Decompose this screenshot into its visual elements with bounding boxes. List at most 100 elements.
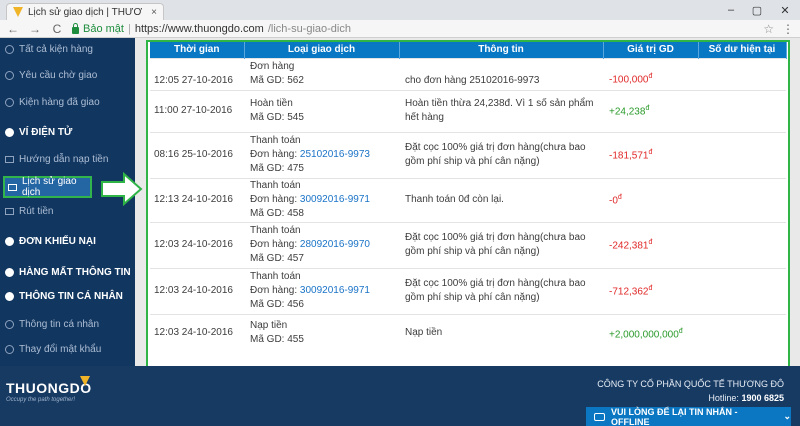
row-balance (698, 313, 786, 352)
company-name: CÔNG TY CỔ PHẦN QUỐC TẾ THƯƠNG ĐÔ (597, 379, 784, 389)
sidebar-item-all-packages[interactable]: Tất cả kiện hàng (0, 44, 135, 55)
sidebar-item-label: Thay đổi mật khẩu (19, 344, 102, 355)
bullet-icon (5, 345, 14, 354)
table-row: 12:03 24-10-2016 Thanh toán Đơn hàng: 280… (150, 221, 786, 268)
minimize-icon[interactable]: – (718, 0, 744, 20)
order-label: Đơn hàng: (250, 239, 300, 250)
browser-tab[interactable]: Lịch sử giao dịch | THƯƠ × (6, 3, 164, 20)
row-value-cell: +24,238đ (603, 89, 698, 132)
history-icon (8, 183, 17, 191)
wallet-icon (5, 128, 14, 137)
sidebar-section-label: ĐƠN KHIẾU NẠI (19, 236, 96, 247)
row-type: Thanh toán (250, 271, 301, 282)
address-bar: ← → C Bảo mật | https://www.thuongdo.com… (0, 20, 800, 38)
column-header-value[interactable]: Giá trị GD (603, 42, 699, 58)
sidebar-section-complaints[interactable]: ĐƠN KHIẾU NẠI (0, 236, 135, 247)
sidebar-item-delivered[interactable]: Kiện hàng đã giao (0, 97, 135, 108)
row-txn-id: Mã GD: 475 (250, 163, 304, 174)
row-time: 12:13 24-10-2016 (150, 177, 244, 222)
bullet-icon (5, 71, 14, 80)
sidebar-item-pending-delivery[interactable]: Yêu cầu chờ giao (0, 70, 135, 81)
column-header-time[interactable]: Thời gian (150, 42, 245, 58)
row-value-cell: -100,000đ (603, 57, 698, 90)
table-row: 08:16 25-10-2016 Thanh toán Đơn hàng: 251… (150, 131, 786, 178)
row-value-cell: -181,571đ (603, 131, 698, 178)
tab-title: Lịch sử giao dịch | THƯƠ (28, 6, 143, 18)
column-header-type[interactable]: Loại giao dịch (244, 42, 400, 58)
site-favicon-icon (13, 7, 23, 17)
column-header-info[interactable]: Thông tin (399, 42, 604, 58)
order-link[interactable]: 25102016-9973 (300, 149, 370, 160)
forward-arrow-icon[interactable]: → (28, 22, 42, 36)
order-link[interactable]: 28092016-9970 (300, 239, 370, 250)
order-label: Đơn hàng: (250, 149, 300, 160)
back-arrow-icon[interactable]: ← (6, 22, 20, 36)
order-label: Đơn hàng: (250, 194, 300, 205)
table-row: 12:03 24-10-2016 Nạp tiền Mã GD: 455 Nạp … (150, 313, 786, 352)
withdraw-icon (5, 208, 14, 215)
sidebar-section-lost-info[interactable]: HÀNG MẤT THÔNG TIN (0, 267, 135, 278)
sidebar-item-withdraw[interactable]: Rút tiền (0, 206, 135, 217)
sidebar-item-label: Rút tiền (19, 206, 54, 217)
row-type: Thanh toán (250, 180, 301, 191)
row-value-cell: -242,381đ (603, 221, 698, 268)
window-close-icon[interactable]: ✕ (770, 0, 800, 20)
order-link[interactable]: 30092016-9971 (300, 194, 370, 205)
reload-icon[interactable]: C (50, 22, 64, 36)
hotline-label: Hotline: (708, 393, 742, 403)
row-txn-id: Mã GD: 562 (250, 74, 304, 86)
table-header-row: Thời gian Loại giao dịch Thông tin Giá t… (150, 42, 787, 58)
row-value: +2,000,000,000 (609, 328, 679, 340)
row-type-cell: Đơn hàng Mã GD: 562 (244, 57, 399, 90)
footer-tagline: Occupy the path together! (6, 397, 76, 403)
sidebar-section-profile[interactable]: THÔNG TIN CÁ NHÂN (0, 291, 135, 302)
chat-toggle-icon[interactable]: ⌄ (783, 411, 791, 422)
row-value: -712,362 (609, 286, 649, 298)
sidebar-item-topup-guide[interactable]: Hướng dẫn nạp tiền (0, 154, 135, 165)
order-link[interactable]: 30092016-9971 (300, 285, 370, 296)
tab-close-icon[interactable]: × (151, 7, 157, 18)
row-time: 12:03 24-10-2016 (150, 313, 244, 352)
order-label: Đơn hàng: (250, 285, 300, 296)
sidebar-item-transaction-history[interactable]: Lịch sử giao dịch (3, 176, 92, 198)
sidebar-section-wallet[interactable]: VÍ ĐIỆN TỬ (0, 127, 135, 138)
table-row: 12:05 27-10-2016 Đơn hàng Mã GD: 562 cho … (150, 57, 786, 90)
row-info: Đặt cọc 100% giá trị đơn hàng(chưa bao g… (399, 131, 603, 178)
sidebar-item-personal-info[interactable]: Thông tin cá nhân (0, 319, 135, 330)
row-time: 12:05 27-10-2016 (150, 57, 244, 90)
bookmark-star-icon[interactable]: ☆ (763, 22, 774, 36)
currency-symbol: đ (645, 105, 650, 113)
row-balance (698, 221, 786, 268)
browser-tabbar: Lịch sử giao dịch | THƯƠ × – ▢ ✕ (0, 0, 800, 20)
table-row: 12:03 24-10-2016 Thanh toán Đơn hàng: 300… (150, 267, 786, 314)
sidebar-item-change-password[interactable]: Thay đổi mật khẩu (0, 344, 135, 355)
row-txn-id: Mã GD: 455 (250, 334, 304, 346)
transaction-history-panel: Thời gian Loại giao dịch Thông tin Giá t… (146, 40, 790, 368)
transaction-table: Thời gian Loại giao dịch Thông tin Giá t… (150, 42, 787, 352)
browser-menu-icon[interactable]: ⋮ (782, 22, 794, 36)
bullet-icon (5, 45, 14, 54)
hotline-number[interactable]: 1900 6825 (741, 393, 784, 403)
table-row: 11:00 27-10-2016 Hoàn tiền Mã GD: 545 Hoà… (150, 89, 786, 132)
row-info: cho đơn hàng 25102016-9973 (399, 57, 603, 90)
row-type: Thanh toán (250, 225, 301, 236)
url-field[interactable]: Bảo mật | https://www.thuongdo.com/lich-… (72, 21, 755, 36)
maximize-icon[interactable]: ▢ (744, 0, 770, 20)
column-header-balance[interactable]: Số dư hiện tại (698, 42, 787, 58)
guide-icon (5, 156, 14, 163)
url-path: /lich-su-giao-dich (267, 22, 351, 35)
row-type: Thanh toán (250, 135, 301, 146)
currency-symbol: đ (678, 327, 683, 335)
lock-icon (72, 22, 79, 34)
footer-logo[interactable]: THUONGDO (6, 380, 92, 396)
currency-symbol: đ (648, 239, 653, 247)
complaint-icon (5, 237, 14, 246)
chat-widget-bar[interactable]: VUI LÒNG ĐỂ LẠI TIN NHẮN - OFFLINE ⌄ (586, 407, 791, 426)
row-txn-id: Mã GD: 458 (250, 208, 304, 219)
row-balance (698, 57, 786, 90)
row-info: Thanh toán 0đ còn lại. (399, 177, 603, 222)
url-separator: | (127, 22, 131, 35)
row-time: 12:03 24-10-2016 (150, 267, 244, 314)
currency-symbol: đ (617, 194, 622, 202)
row-value: -0 (609, 195, 618, 207)
